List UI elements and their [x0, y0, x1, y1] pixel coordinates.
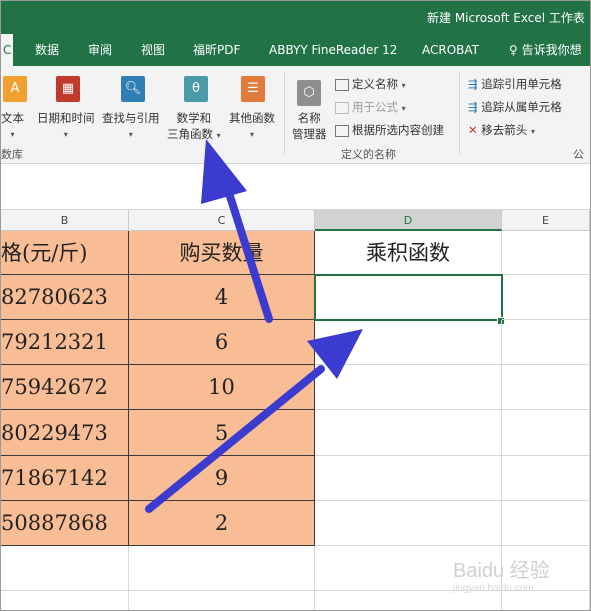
- arrow-to-math-function: [201, 139, 273, 323]
- baidu-watermark: Baidu 经验: [453, 560, 550, 582]
- baidu-watermark-url: jingyan.baidu.com: [453, 583, 534, 594]
- excel-window: 新建 Microsoft Excel 工作表 C 数据 审阅 视图 福昕PDF …: [0, 0, 591, 611]
- arrow-to-active-cell: [145, 329, 363, 513]
- annotation-arrows: [145, 139, 363, 513]
